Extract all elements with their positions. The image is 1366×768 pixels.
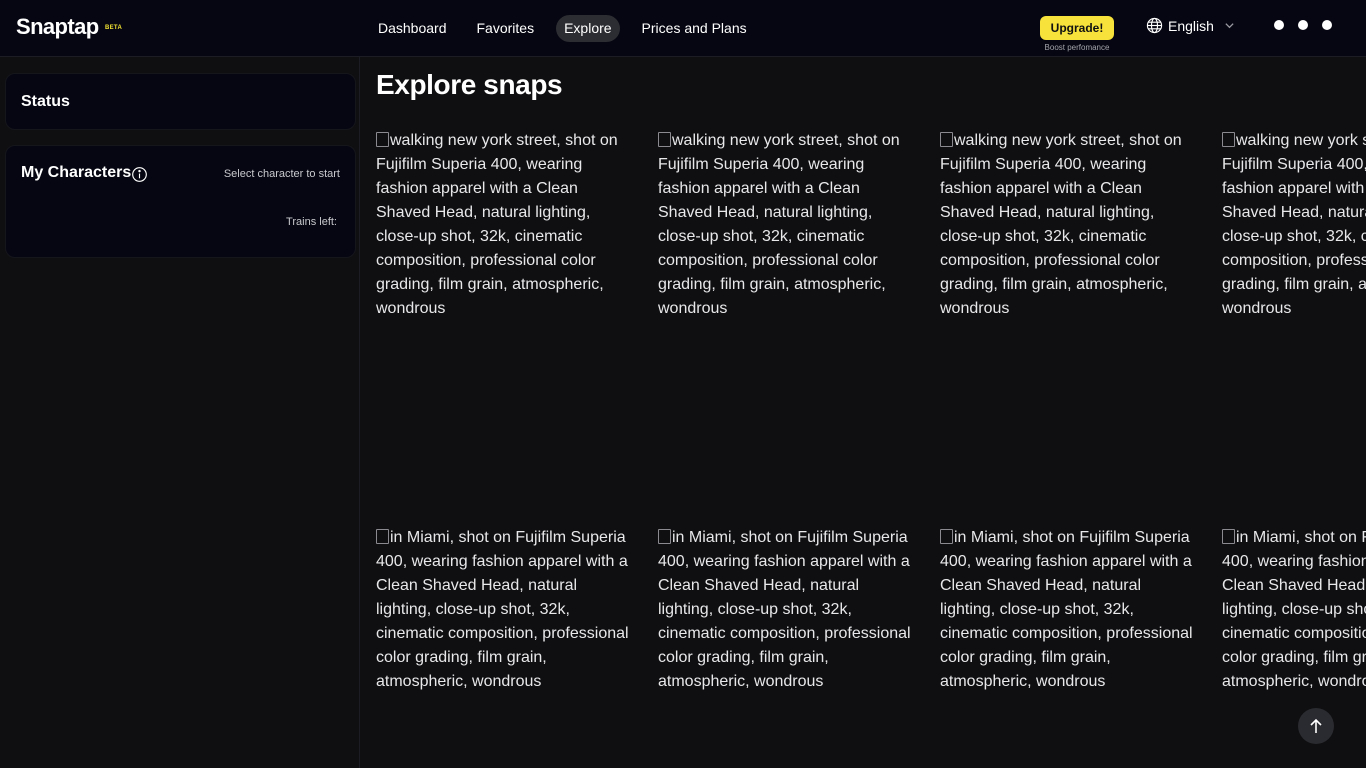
snap-image[interactable]: walking new york street, shot on Fujifil… [940,129,1196,321]
my-characters-title: My Characters [21,164,132,181]
dot-icon [1322,20,1332,30]
dot-icon [1298,20,1308,30]
main-nav: Dashboard Favorites Explore Prices and P… [370,15,769,42]
scroll-to-top-button[interactable] [1298,708,1334,744]
my-characters-card: My Characters Select character to start … [5,145,356,258]
language-label: English [1168,17,1214,34]
trains-left-label: Trains left: [286,216,337,228]
nav-explore[interactable]: Explore [556,15,620,42]
snap-image[interactable]: in Miami, shot on Fujifilm Superia 400, … [658,526,914,694]
snap-alt-text: in Miami, shot on Fujifilm Superia 400, … [1222,529,1366,690]
chevron-down-icon [1225,23,1234,29]
dot-icon [1274,20,1284,30]
snap-alt-text: walking new york street, shot on Fujifil… [1222,132,1366,317]
beta-badge: BETA [105,25,123,31]
snap-image[interactable]: walking new york street, shot on Fujifil… [1222,129,1366,321]
arrow-up-icon [1310,718,1322,733]
broken-image-icon [1222,529,1235,544]
broken-image-icon [940,132,953,147]
top-navigation-bar: Snaptap BETA Dashboard Favorites Explore… [0,0,1366,57]
broken-image-icon [376,132,389,147]
sidebar: Status My Characters Select character to… [0,57,360,768]
info-icon[interactable] [131,166,148,183]
nav-favorites[interactable]: Favorites [469,15,543,42]
broken-image-icon [658,529,671,544]
upgrade-subtitle: Boost perfomance [1044,43,1110,52]
nav-dashboard[interactable]: Dashboard [370,15,455,42]
upgrade-button[interactable]: Upgrade! [1040,16,1114,40]
status-card[interactable]: Status [5,73,356,130]
snap-alt-text: walking new york street, shot on Fujifil… [658,132,900,317]
snap-image[interactable]: in Miami, shot on Fujifilm Superia 400, … [1222,526,1366,694]
more-menu-button[interactable] [1274,20,1346,30]
select-character-hint: Select character to start [223,168,340,180]
globe-icon [1146,17,1163,34]
snap-image[interactable]: walking new york street, shot on Fujifil… [658,129,914,321]
broken-image-icon [376,529,389,544]
broken-image-icon [1222,132,1235,147]
language-selector[interactable]: English [1146,17,1235,34]
snap-alt-text: in Miami, shot on Fujifilm Superia 400, … [940,529,1193,690]
snap-alt-text: in Miami, shot on Fujifilm Superia 400, … [376,529,629,690]
broken-image-icon [940,529,953,544]
snap-image[interactable]: walking new york street, shot on Fujifil… [376,129,632,321]
snap-alt-text: in Miami, shot on Fujifilm Superia 400, … [658,529,911,690]
explore-content: Explore snaps walking new york street, s… [360,57,1366,768]
snap-image[interactable]: in Miami, shot on Fujifilm Superia 400, … [940,526,1196,694]
page-title: Explore snaps [376,69,563,100]
snap-image[interactable]: in Miami, shot on Fujifilm Superia 400, … [376,526,632,694]
snap-alt-text: walking new york street, shot on Fujifil… [376,132,618,317]
snap-alt-text: walking new york street, shot on Fujifil… [940,132,1182,317]
status-title: Status [21,93,70,110]
broken-image-icon [658,132,671,147]
nav-prices-and-plans[interactable]: Prices and Plans [634,15,755,42]
app-logo[interactable]: Snaptap [16,14,99,40]
